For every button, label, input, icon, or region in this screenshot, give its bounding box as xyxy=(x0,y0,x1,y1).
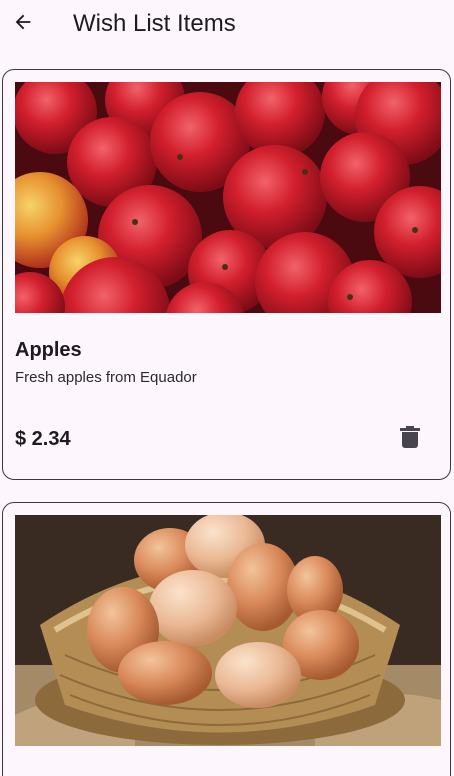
wish-list-item-card[interactable]: Apples Fresh apples from Equador $ 2.34 xyxy=(2,69,451,480)
app-bar: Wish List Items xyxy=(0,0,454,50)
eggs-image xyxy=(15,515,441,746)
item-description: Fresh apples from Equador xyxy=(15,369,197,386)
arrow-back-icon xyxy=(12,11,34,38)
delete-button[interactable] xyxy=(396,425,424,453)
item-title: Apples xyxy=(15,339,82,361)
back-button[interactable] xyxy=(8,6,38,42)
page-title: Wish List Items xyxy=(73,10,236,37)
item-price: $ 2.34 xyxy=(15,428,71,450)
wish-list-screen: Wish List Items Apples Fresh apples from… xyxy=(0,0,454,776)
apples-image xyxy=(15,82,441,313)
wish-list-item-card[interactable] xyxy=(2,502,451,776)
trash-icon xyxy=(400,425,420,453)
